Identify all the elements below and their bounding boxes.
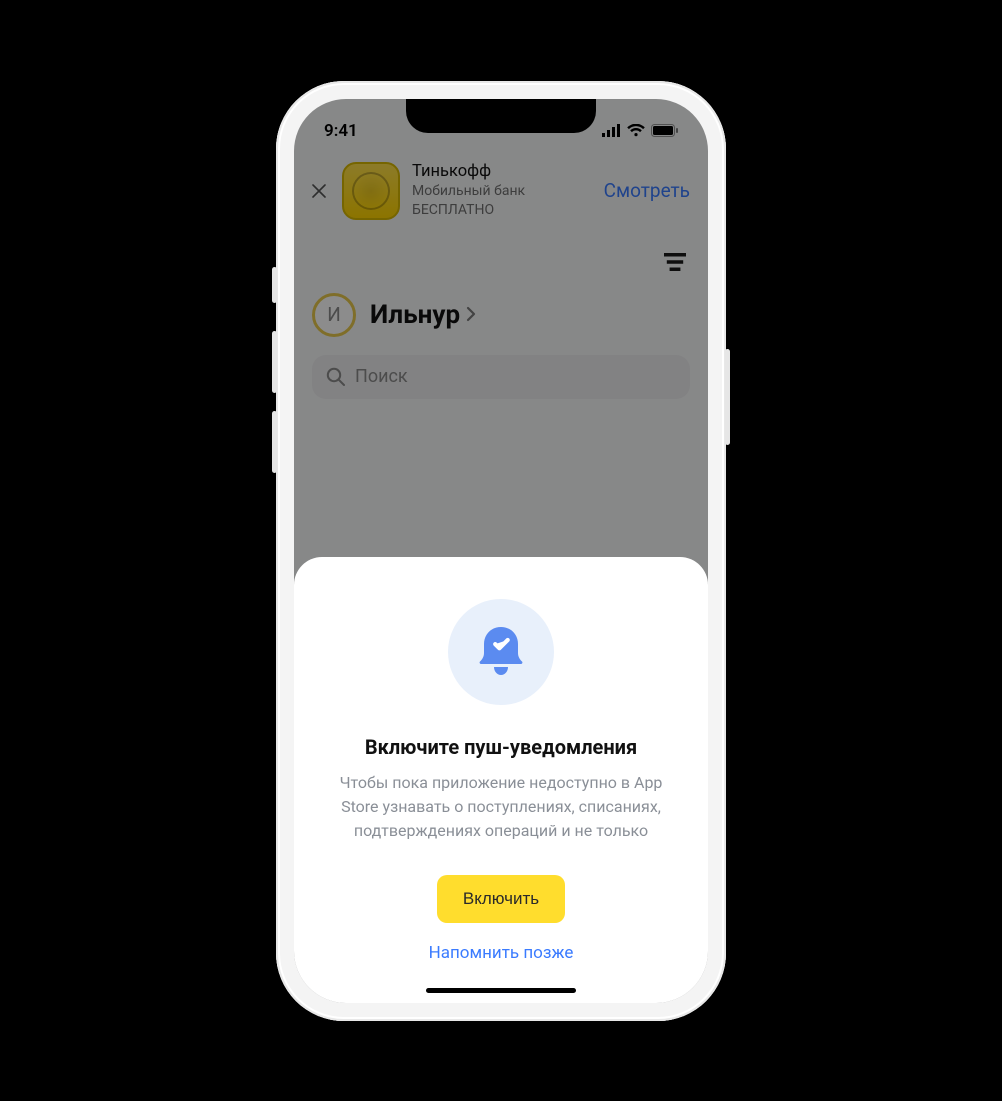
push-notifications-sheet: Включите пуш-уведомления Чтобы пока прил…	[294, 557, 708, 1003]
sheet-title: Включите пуш-уведомления	[324, 735, 678, 759]
battery-icon	[651, 124, 678, 137]
mute-switch	[272, 267, 277, 303]
screen: 9:41 Тинькофф Мобильный банк БЕСПЛАТНО С…	[294, 99, 708, 1003]
volume-down-button	[272, 411, 277, 473]
cellular-icon	[601, 124, 621, 137]
status-time: 9:41	[324, 121, 358, 141]
volume-up-button	[272, 331, 277, 393]
notch	[406, 99, 596, 133]
phone-frame: 9:41 Тинькофф Мобильный банк БЕСПЛАТНО С…	[276, 81, 726, 1021]
power-button	[725, 349, 730, 445]
enable-button[interactable]: Включить	[437, 875, 565, 923]
wifi-icon	[627, 124, 645, 137]
status-indicators	[601, 124, 678, 137]
sheet-body: Чтобы пока приложение недоступно в App S…	[324, 771, 678, 843]
remind-later-link[interactable]: Напомнить позже	[324, 943, 678, 963]
bell-icon	[448, 599, 554, 705]
home-indicator[interactable]	[426, 988, 576, 993]
